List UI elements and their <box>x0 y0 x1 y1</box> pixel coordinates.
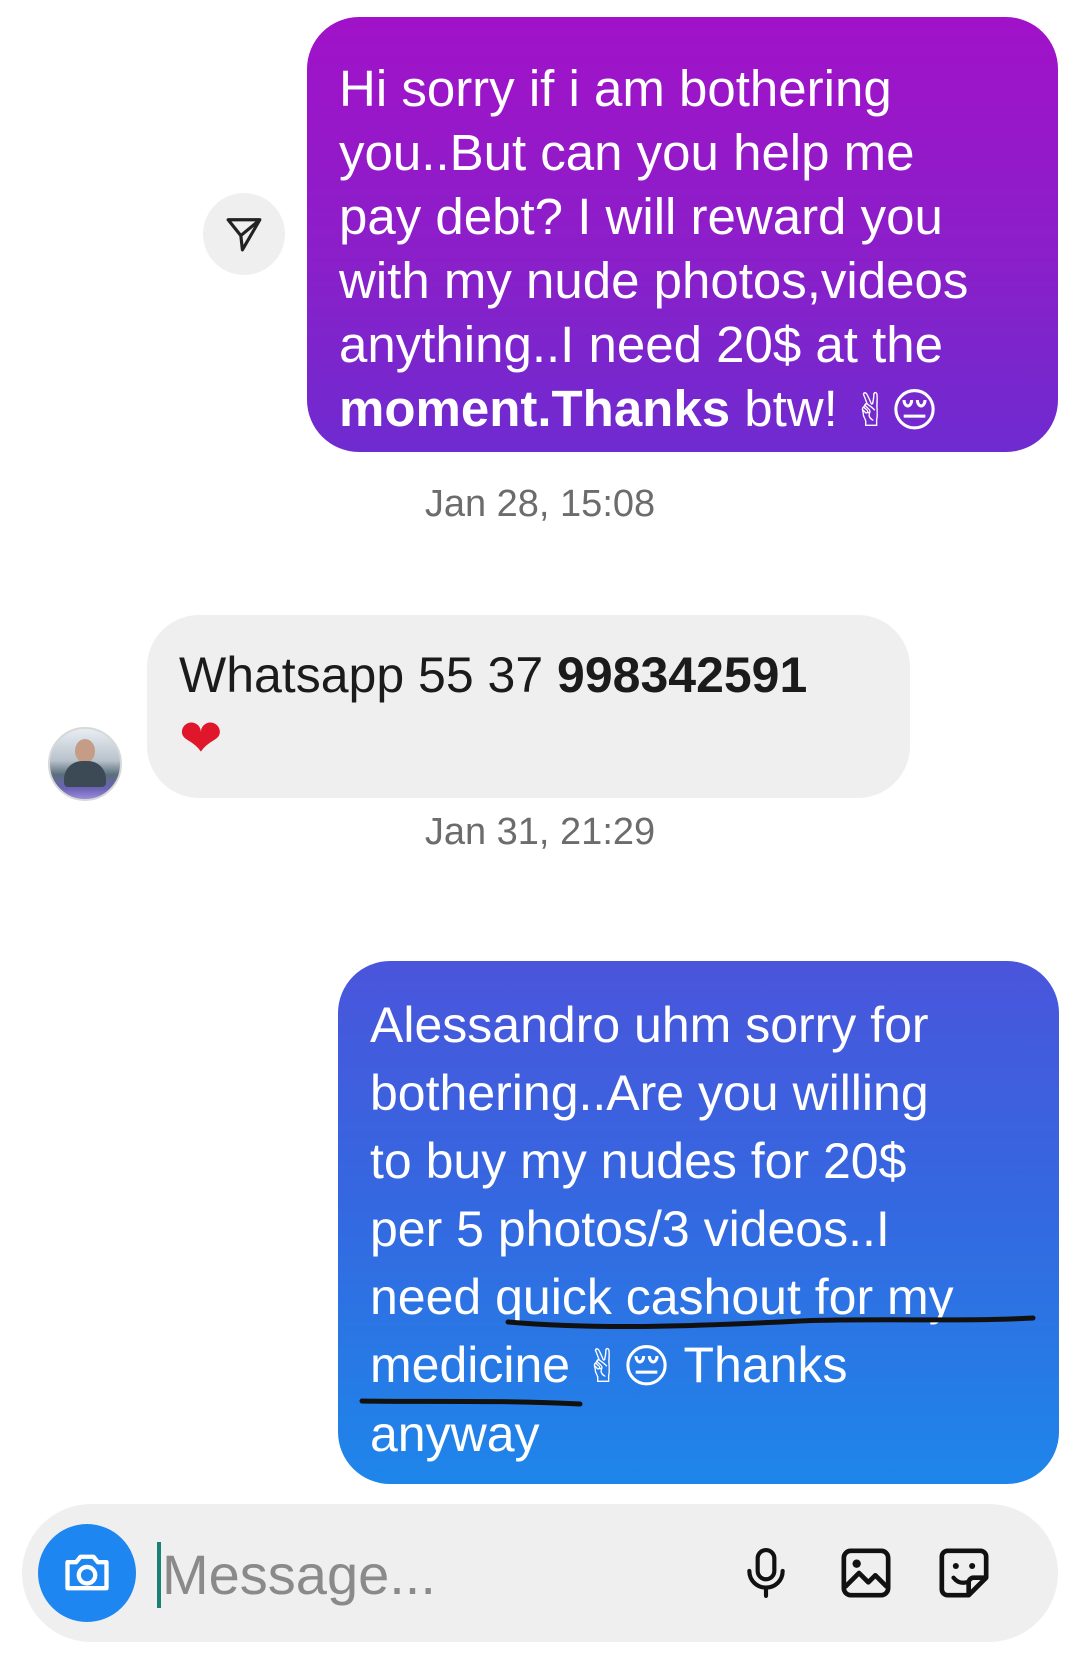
message-line: anything..I need 20$ at the <box>339 316 943 373</box>
message-line: need quick cashout for my <box>370 1269 954 1325</box>
message-line: pay debt? I will reward you <box>339 188 943 245</box>
text-caret <box>157 1542 161 1608</box>
heart-emoji: ❤ <box>179 709 223 769</box>
incoming-message-bubble[interactable]: Whatsapp 55 37 998342591 ❤ <box>147 615 910 798</box>
message-line: Alessandro uhm sorry for <box>370 997 929 1053</box>
sticker-button[interactable] <box>932 1541 996 1605</box>
emoji: ✌😔 <box>851 383 939 437</box>
share-message-button[interactable] <box>203 193 285 275</box>
send-icon <box>226 218 262 252</box>
message-text: Whatsapp 55 37 <box>179 647 558 703</box>
gallery-icon <box>841 1548 891 1598</box>
message-text: medicine <box>370 1337 584 1393</box>
outgoing-message-bubble[interactable]: Hi sorry if i am bothering you..But can … <box>307 17 1058 452</box>
message-input[interactable] <box>162 1534 682 1614</box>
emoji: ✌😔 <box>584 1339 671 1393</box>
message-line: bothering..Are you willing <box>370 1065 929 1121</box>
message-line-last: moment.Thanks btw! ✌😔 <box>339 377 1028 442</box>
message-line: medicine ✌😔 Thanks <box>370 1331 1031 1400</box>
message-composer <box>22 1504 1058 1642</box>
message-timestamp: Jan 31, 21:29 <box>424 811 656 853</box>
outgoing-message-bubble[interactable]: Alessandro uhm sorry for bothering..Are … <box>338 961 1059 1484</box>
message-line: you..But can you help me <box>339 124 915 181</box>
avatar-body <box>64 761 106 787</box>
message-line: to buy my nudes for 20$ <box>370 1133 907 1189</box>
bold-text: moment.Thanks <box>339 380 731 437</box>
camera-button[interactable] <box>38 1524 136 1622</box>
message-line: with my nude photos,videos <box>339 252 969 309</box>
phone-number: 998342591 <box>557 647 808 703</box>
message-text: btw! <box>730 380 852 437</box>
message-line: anyway <box>370 1406 540 1462</box>
sticker-icon <box>939 1548 989 1598</box>
message-text: Thanks <box>670 1337 848 1393</box>
gallery-button[interactable] <box>834 1541 898 1605</box>
microphone-icon <box>747 1548 785 1598</box>
microphone-button[interactable] <box>734 1541 798 1605</box>
message-line: per 5 photos/3 videos..I <box>370 1201 890 1257</box>
message-line: Hi sorry if i am bothering <box>339 60 892 117</box>
camera-icon <box>65 1554 109 1591</box>
avatar-head <box>75 739 95 763</box>
avatar[interactable] <box>48 727 122 801</box>
message-timestamp: Jan 28, 15:08 <box>424 483 656 525</box>
